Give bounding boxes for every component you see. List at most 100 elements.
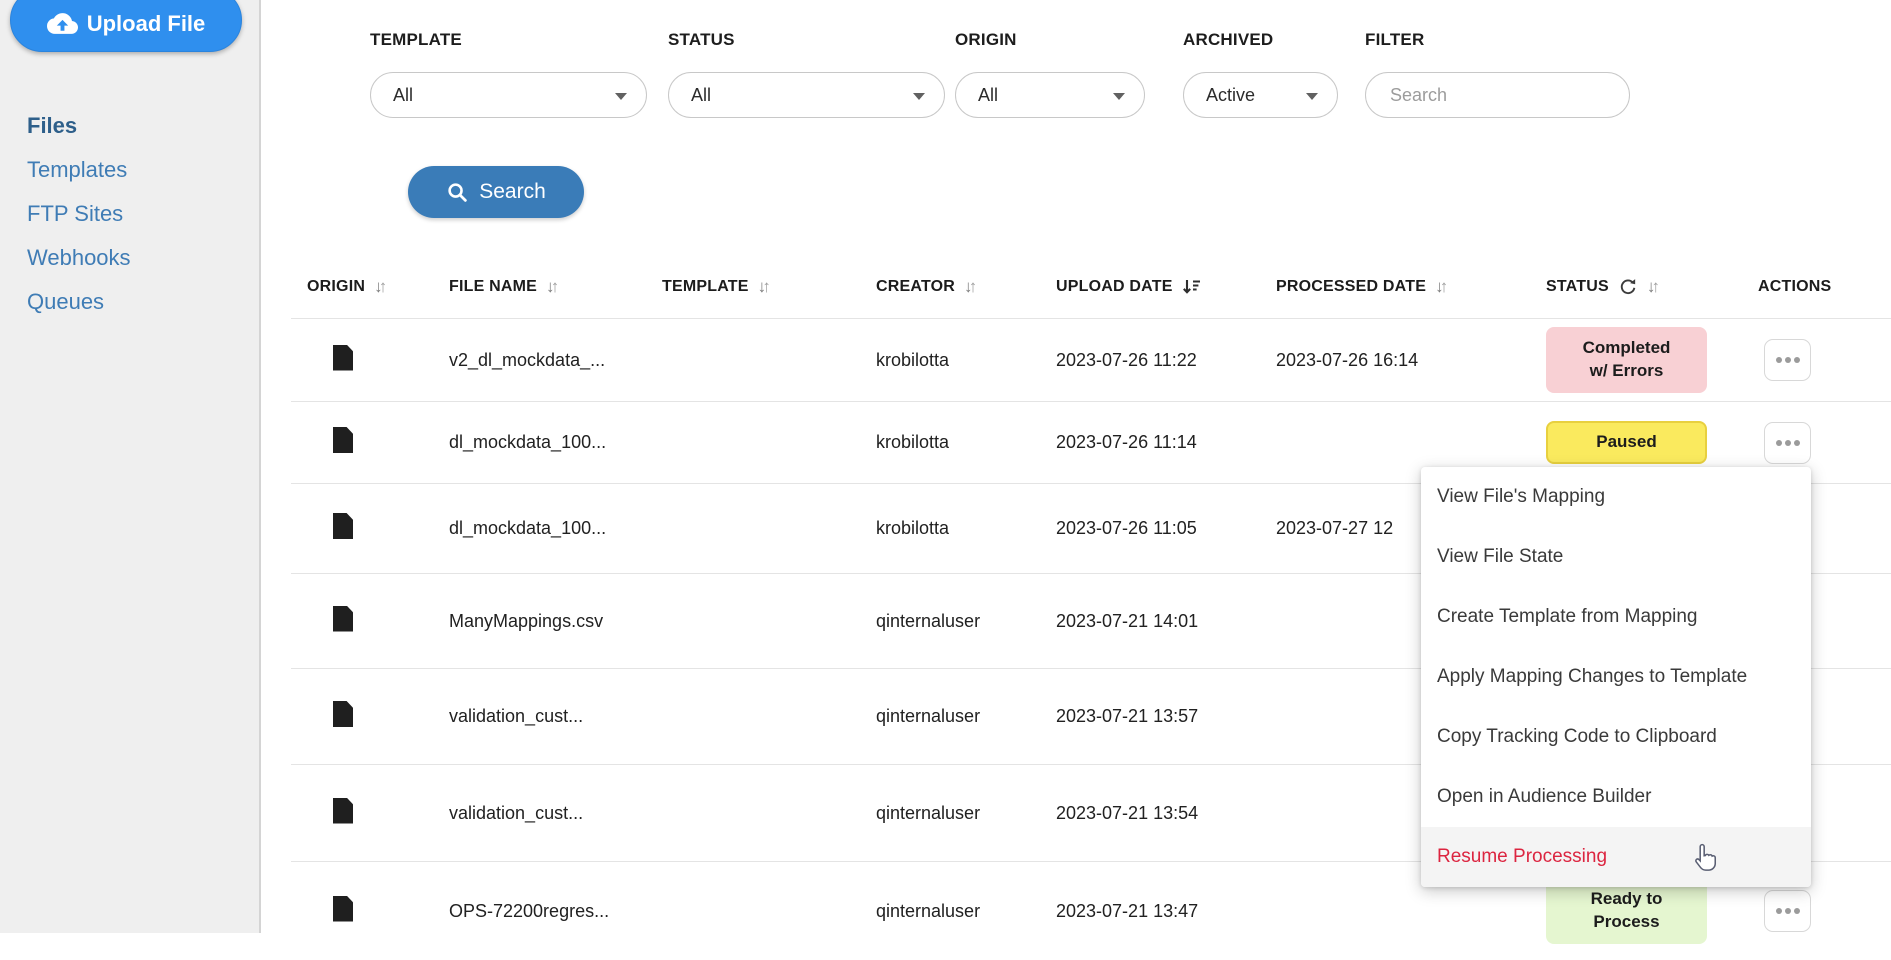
search-button-label: Search bbox=[479, 180, 546, 204]
table-header-row: ORIGIN↓↑FILE NAME↓↑TEMPLATE↓↑CREATOR↓↑UP… bbox=[291, 255, 1891, 318]
column-header-template[interactable]: TEMPLATE ↓↑ bbox=[662, 278, 876, 296]
creator-cell: qinternaluser bbox=[876, 706, 1056, 727]
file-name-cell: dl_mockdata_100... bbox=[449, 518, 662, 539]
table-row: v2_dl_mockdata_... krobilotta 2023-07-26… bbox=[291, 318, 1891, 401]
menu-item-apply-mapping-changes-to-template[interactable]: Apply Mapping Changes to Template bbox=[1421, 647, 1811, 707]
column-label: ACTIONS bbox=[1758, 278, 1831, 296]
file-name-cell: v2_dl_mockdata_... bbox=[449, 350, 662, 371]
archived-filter-label: ARCHIVED bbox=[1183, 30, 1338, 50]
file-icon bbox=[333, 513, 353, 539]
status-badge: Completed w/ Errors bbox=[1546, 327, 1707, 393]
status-filter-value: All bbox=[691, 85, 711, 106]
menu-item-open-in-audience-builder[interactable]: Open in Audience Builder bbox=[1421, 767, 1811, 827]
archived-filter-select[interactable]: Active bbox=[1183, 72, 1338, 118]
status-filter-label: STATUS bbox=[668, 30, 945, 50]
creator-cell: krobilotta bbox=[876, 350, 1056, 371]
sidebar-item-queues[interactable]: Queues bbox=[0, 280, 259, 324]
refresh-status-icon[interactable] bbox=[1618, 277, 1638, 297]
file-name-cell: dl_mockdata_100... bbox=[449, 432, 662, 453]
cloud-upload-icon bbox=[47, 8, 78, 39]
file-name-cell: ManyMappings.csv bbox=[449, 611, 662, 632]
sidebar-item-ftp-sites[interactable]: FTP Sites bbox=[0, 192, 259, 236]
template-filter-group: TEMPLATE All bbox=[370, 30, 647, 50]
filter-search-input[interactable] bbox=[1388, 84, 1607, 107]
context-menu: View File's MappingView File StateCreate… bbox=[1421, 467, 1811, 887]
creator-cell: krobilotta bbox=[876, 432, 1056, 453]
menu-item-create-template-from-mapping[interactable]: Create Template from Mapping bbox=[1421, 587, 1811, 647]
chevron-down-icon bbox=[1113, 93, 1125, 100]
search-icon bbox=[446, 181, 469, 204]
upload-date-cell: 2023-07-21 13:54 bbox=[1056, 803, 1276, 824]
column-label: FILE NAME bbox=[449, 278, 537, 296]
template-filter-label: TEMPLATE bbox=[370, 30, 647, 50]
filter-search-group: FILTER bbox=[1365, 30, 1630, 50]
sort-desc-icon[interactable] bbox=[1182, 277, 1202, 297]
upload-date-cell: 2023-07-26 11:14 bbox=[1056, 432, 1276, 453]
sidebar-item-files[interactable]: Files bbox=[0, 104, 259, 148]
search-button[interactable]: Search bbox=[408, 166, 584, 218]
column-label: ORIGIN bbox=[307, 278, 365, 296]
column-label: UPLOAD DATE bbox=[1056, 278, 1173, 296]
archived-filter-group: ARCHIVED Active bbox=[1183, 30, 1338, 50]
file-name-cell: validation_cust... bbox=[449, 803, 662, 824]
origin-filter-label: ORIGIN bbox=[955, 30, 1145, 50]
column-header-origin[interactable]: ORIGIN ↓↑ bbox=[291, 278, 449, 296]
sort-icon[interactable]: ↓↑ bbox=[1435, 278, 1448, 295]
file-icon bbox=[333, 345, 353, 371]
sort-icon[interactable]: ↓↑ bbox=[374, 278, 387, 295]
sort-icon[interactable]: ↓↑ bbox=[758, 278, 771, 295]
files-page: Upload File FilesTemplatesFTP SitesWebho… bbox=[0, 0, 1891, 933]
row-actions-button[interactable] bbox=[1764, 422, 1811, 464]
origin-filter-select[interactable]: All bbox=[955, 72, 1145, 118]
origin-filter-value: All bbox=[978, 85, 998, 106]
creator-cell: qinternaluser bbox=[876, 901, 1056, 922]
menu-item-view-file-state[interactable]: View File State bbox=[1421, 527, 1811, 587]
sort-icon[interactable]: ↓↑ bbox=[1647, 278, 1660, 295]
sidebar-nav: FilesTemplatesFTP SitesWebhooksQueues bbox=[0, 104, 259, 324]
upload-date-cell: 2023-07-26 11:05 bbox=[1056, 518, 1276, 539]
creator-cell: qinternaluser bbox=[876, 611, 1056, 632]
filter-search-box bbox=[1365, 72, 1630, 118]
row-actions-button[interactable] bbox=[1764, 890, 1811, 932]
archived-filter-value: Active bbox=[1206, 85, 1255, 106]
creator-cell: qinternaluser bbox=[876, 803, 1056, 824]
menu-item-resume-processing[interactable]: Resume Processing bbox=[1421, 827, 1811, 887]
column-header-creator[interactable]: CREATOR↓↑ bbox=[876, 278, 1056, 296]
column-label: PROCESSED DATE bbox=[1276, 278, 1426, 296]
file-icon bbox=[333, 896, 353, 922]
column-header-status[interactable]: STATUS ↓↑ bbox=[1546, 277, 1758, 297]
sort-icon[interactable]: ↓↑ bbox=[964, 278, 977, 295]
row-actions-button[interactable] bbox=[1764, 339, 1811, 381]
status-badge: Ready to Process bbox=[1546, 878, 1707, 944]
menu-item-view-file-s-mapping[interactable]: View File's Mapping bbox=[1421, 467, 1811, 527]
upload-date-cell: 2023-07-26 11:22 bbox=[1056, 350, 1276, 371]
status-filter-select[interactable]: All bbox=[668, 72, 945, 118]
upload-date-cell: 2023-07-21 13:57 bbox=[1056, 706, 1276, 727]
file-icon bbox=[333, 427, 353, 453]
status-filter-group: STATUS All bbox=[668, 30, 945, 50]
file-icon bbox=[333, 701, 353, 727]
column-label: STATUS bbox=[1546, 278, 1609, 296]
chevron-down-icon bbox=[615, 93, 627, 100]
chevron-down-icon bbox=[913, 93, 925, 100]
file-icon bbox=[333, 606, 353, 632]
column-header-processed[interactable]: PROCESSED DATE ↓↑ bbox=[1276, 278, 1546, 296]
origin-filter-group: ORIGIN All bbox=[955, 30, 1145, 50]
sidebar-item-webhooks[interactable]: Webhooks bbox=[0, 236, 259, 280]
status-badge: Paused bbox=[1546, 421, 1707, 464]
upload-date-cell: 2023-07-21 14:01 bbox=[1056, 611, 1276, 632]
filter-label: FILTER bbox=[1365, 30, 1630, 50]
upload-file-button[interactable]: Upload File bbox=[10, 0, 242, 52]
column-header-actions: ACTIONS bbox=[1758, 278, 1891, 296]
menu-item-copy-tracking-code-to-clipboard[interactable]: Copy Tracking Code to Clipboard bbox=[1421, 707, 1811, 767]
template-filter-value: All bbox=[393, 85, 413, 106]
template-filter-select[interactable]: All bbox=[370, 72, 647, 118]
file-name-cell: validation_cust... bbox=[449, 706, 662, 727]
column-header-filename[interactable]: FILE NAME ↓↑ bbox=[449, 278, 662, 296]
column-label: TEMPLATE bbox=[662, 278, 749, 296]
chevron-down-icon bbox=[1306, 93, 1318, 100]
sort-icon[interactable]: ↓↑ bbox=[546, 278, 559, 295]
processed-date-cell: 2023-07-26 16:14 bbox=[1276, 350, 1546, 371]
column-header-upload[interactable]: UPLOAD DATE bbox=[1056, 277, 1276, 297]
sidebar-item-templates[interactable]: Templates bbox=[0, 148, 259, 192]
